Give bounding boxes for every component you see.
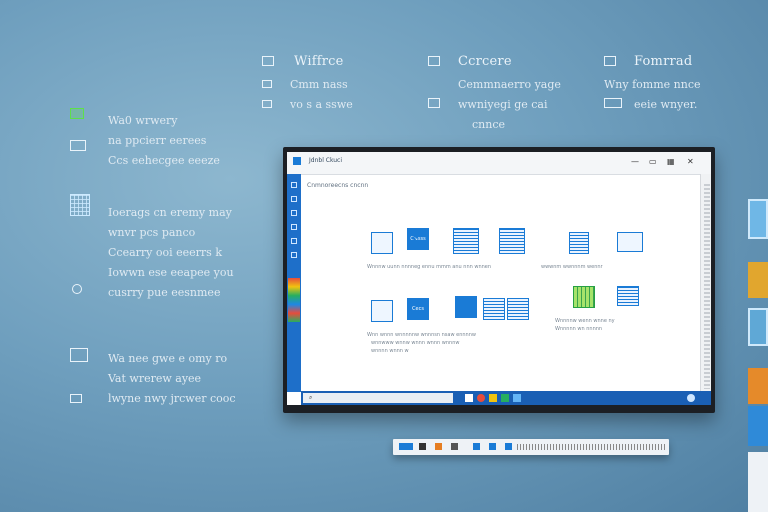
dock-icon[interactable] <box>419 443 426 450</box>
edge-tile <box>748 199 768 239</box>
tile-caption: Wnnnnn wn nnnnn <box>555 326 603 332</box>
color-palette-icon[interactable] <box>288 278 300 322</box>
edge-tile <box>748 368 768 404</box>
tile-caption: Wnn wnnn wnnnnnw wnnnsn nsaw ennnnw <box>367 332 476 338</box>
feature-line: Wa nee gwe e omy ro <box>108 352 228 365</box>
feature-line: wwniyegi ge cai <box>458 98 548 111</box>
feature-line: vo s a sswe <box>290 98 353 111</box>
taskbar-icon[interactable] <box>501 394 509 402</box>
document-tile[interactable] <box>371 300 393 322</box>
edge-tile <box>748 308 768 346</box>
taskbar: ⌕ <box>301 391 711 405</box>
feature-title: Ccrcere <box>458 54 512 69</box>
chart-tile[interactable] <box>617 232 643 252</box>
feature-line: wnvr pcs panco <box>108 226 196 239</box>
left-toolbar <box>287 174 301 392</box>
toolbar-icon[interactable] <box>291 252 297 258</box>
dock-icon[interactable] <box>473 443 480 450</box>
tile-caption: wwwnm wwnnnm wennr <box>541 264 603 270</box>
tile-caption: Wnnnnw wenn wnne ny <box>555 318 615 324</box>
edge-tile <box>748 262 768 298</box>
minimize-button[interactable]: — <box>631 157 639 166</box>
table-tile[interactable] <box>569 232 589 254</box>
window-icon <box>262 80 272 88</box>
restore-button[interactable]: ▭ <box>649 157 657 166</box>
close-button[interactable]: ✕ <box>687 157 694 166</box>
feature-line: Ioerags cn eremy may <box>108 206 232 219</box>
toolbar-icon[interactable] <box>291 238 297 244</box>
taskbar-icon[interactable] <box>513 394 521 402</box>
dock-icon[interactable] <box>451 443 458 450</box>
window-icon <box>70 140 86 151</box>
feature-title: Wiffrce <box>294 54 344 69</box>
feature-line: Cemmnaerro yage <box>458 78 561 91</box>
feature-line: Ccearry ooi eeerrs k <box>108 246 222 259</box>
window-tab[interactable]: Jdnbl Ckuci <box>309 157 342 164</box>
window-icon <box>70 108 84 119</box>
edge-tile <box>748 452 768 512</box>
feature-line: Ccs eehecgee eeeze <box>108 154 220 167</box>
camera-icon <box>428 98 440 108</box>
toolbar-icon[interactable] <box>291 182 297 188</box>
dock <box>393 439 669 455</box>
feature-title: Fomrrad <box>634 54 693 69</box>
scrollbar[interactable] <box>704 184 710 389</box>
blue-tile[interactable] <box>455 296 477 318</box>
blue-tile[interactable]: C↘sss <box>407 228 429 250</box>
dock-icon[interactable] <box>399 443 413 450</box>
window-icon <box>604 98 622 108</box>
spreadsheet-icon <box>70 194 90 216</box>
spreadsheet-tile[interactable] <box>573 286 595 308</box>
table-tile[interactable] <box>507 298 529 320</box>
edge-tile <box>748 406 768 446</box>
toolbar-icon[interactable] <box>291 196 297 202</box>
taskbar-icon[interactable] <box>489 394 497 402</box>
toolbar-icon[interactable] <box>291 210 297 216</box>
window-icon <box>70 348 88 362</box>
app-icon <box>293 157 301 165</box>
feature-line: Wa0 wrwery <box>108 114 178 127</box>
taskbar-icon[interactable] <box>687 394 695 402</box>
window-icon <box>428 56 440 66</box>
search-icon: ⌕ <box>309 394 313 401</box>
dock-icon[interactable] <box>517 444 667 450</box>
window-icon <box>262 56 274 66</box>
table-tile[interactable] <box>453 228 479 254</box>
feature-line: Iowwn ese eeapee you <box>108 266 234 279</box>
feature-line: cnnce <box>472 118 505 131</box>
tile-caption: Wnnnw uunn nnnneg ennu mmm anu nnn wnnen <box>367 264 492 270</box>
blue-tile[interactable]: Cecs <box>407 298 429 320</box>
table-tile[interactable] <box>499 228 525 254</box>
dock-icon[interactable] <box>435 443 442 450</box>
toolbar-icon[interactable] <box>291 224 297 230</box>
table-tile[interactable] <box>617 286 639 306</box>
app-window: Jdnbl Ckuci — ▭ ▦ ✕ Cnmnoreecns cncnn C↘… <box>287 152 711 405</box>
feature-line: lwyne nwy jrcwer cooc <box>108 392 236 405</box>
window-icon <box>70 394 82 403</box>
document-header: Cnmnoreecns cncnn <box>307 182 369 189</box>
settings-icon <box>72 284 82 294</box>
monitor: Jdnbl Ckuci — ▭ ▦ ✕ Cnmnoreecns cncnn C↘… <box>283 147 715 413</box>
table-tile[interactable] <box>483 298 505 320</box>
document-tile[interactable] <box>371 232 393 254</box>
dock-icon[interactable] <box>489 443 496 450</box>
tile-caption: wnnnn wnnn w <box>371 348 409 354</box>
feature-line: cusrry pue eesnmee <box>108 286 221 299</box>
feature-line: Wny fomme nnce <box>604 78 701 91</box>
feature-line: Cmm nass <box>290 78 348 91</box>
window-icon <box>604 56 616 66</box>
taskbar-icon[interactable] <box>477 394 485 402</box>
tile-caption: wnnwww wnnw wnnn wnnn wnnnw <box>371 340 460 346</box>
title-bar: Jdnbl Ckuci — ▭ ▦ ✕ <box>287 152 711 175</box>
dock-icon[interactable] <box>505 443 512 450</box>
taskbar-icon[interactable] <box>465 394 473 402</box>
feature-line: eeie wnyer. <box>634 98 698 111</box>
feature-line: na ppcierr eerees <box>108 134 207 147</box>
window-icon <box>262 100 272 108</box>
feature-line: Vat wrerew ayee <box>108 372 202 385</box>
menu-icon[interactable]: ▦ <box>667 157 675 166</box>
search-box[interactable]: ⌕ <box>303 393 453 403</box>
